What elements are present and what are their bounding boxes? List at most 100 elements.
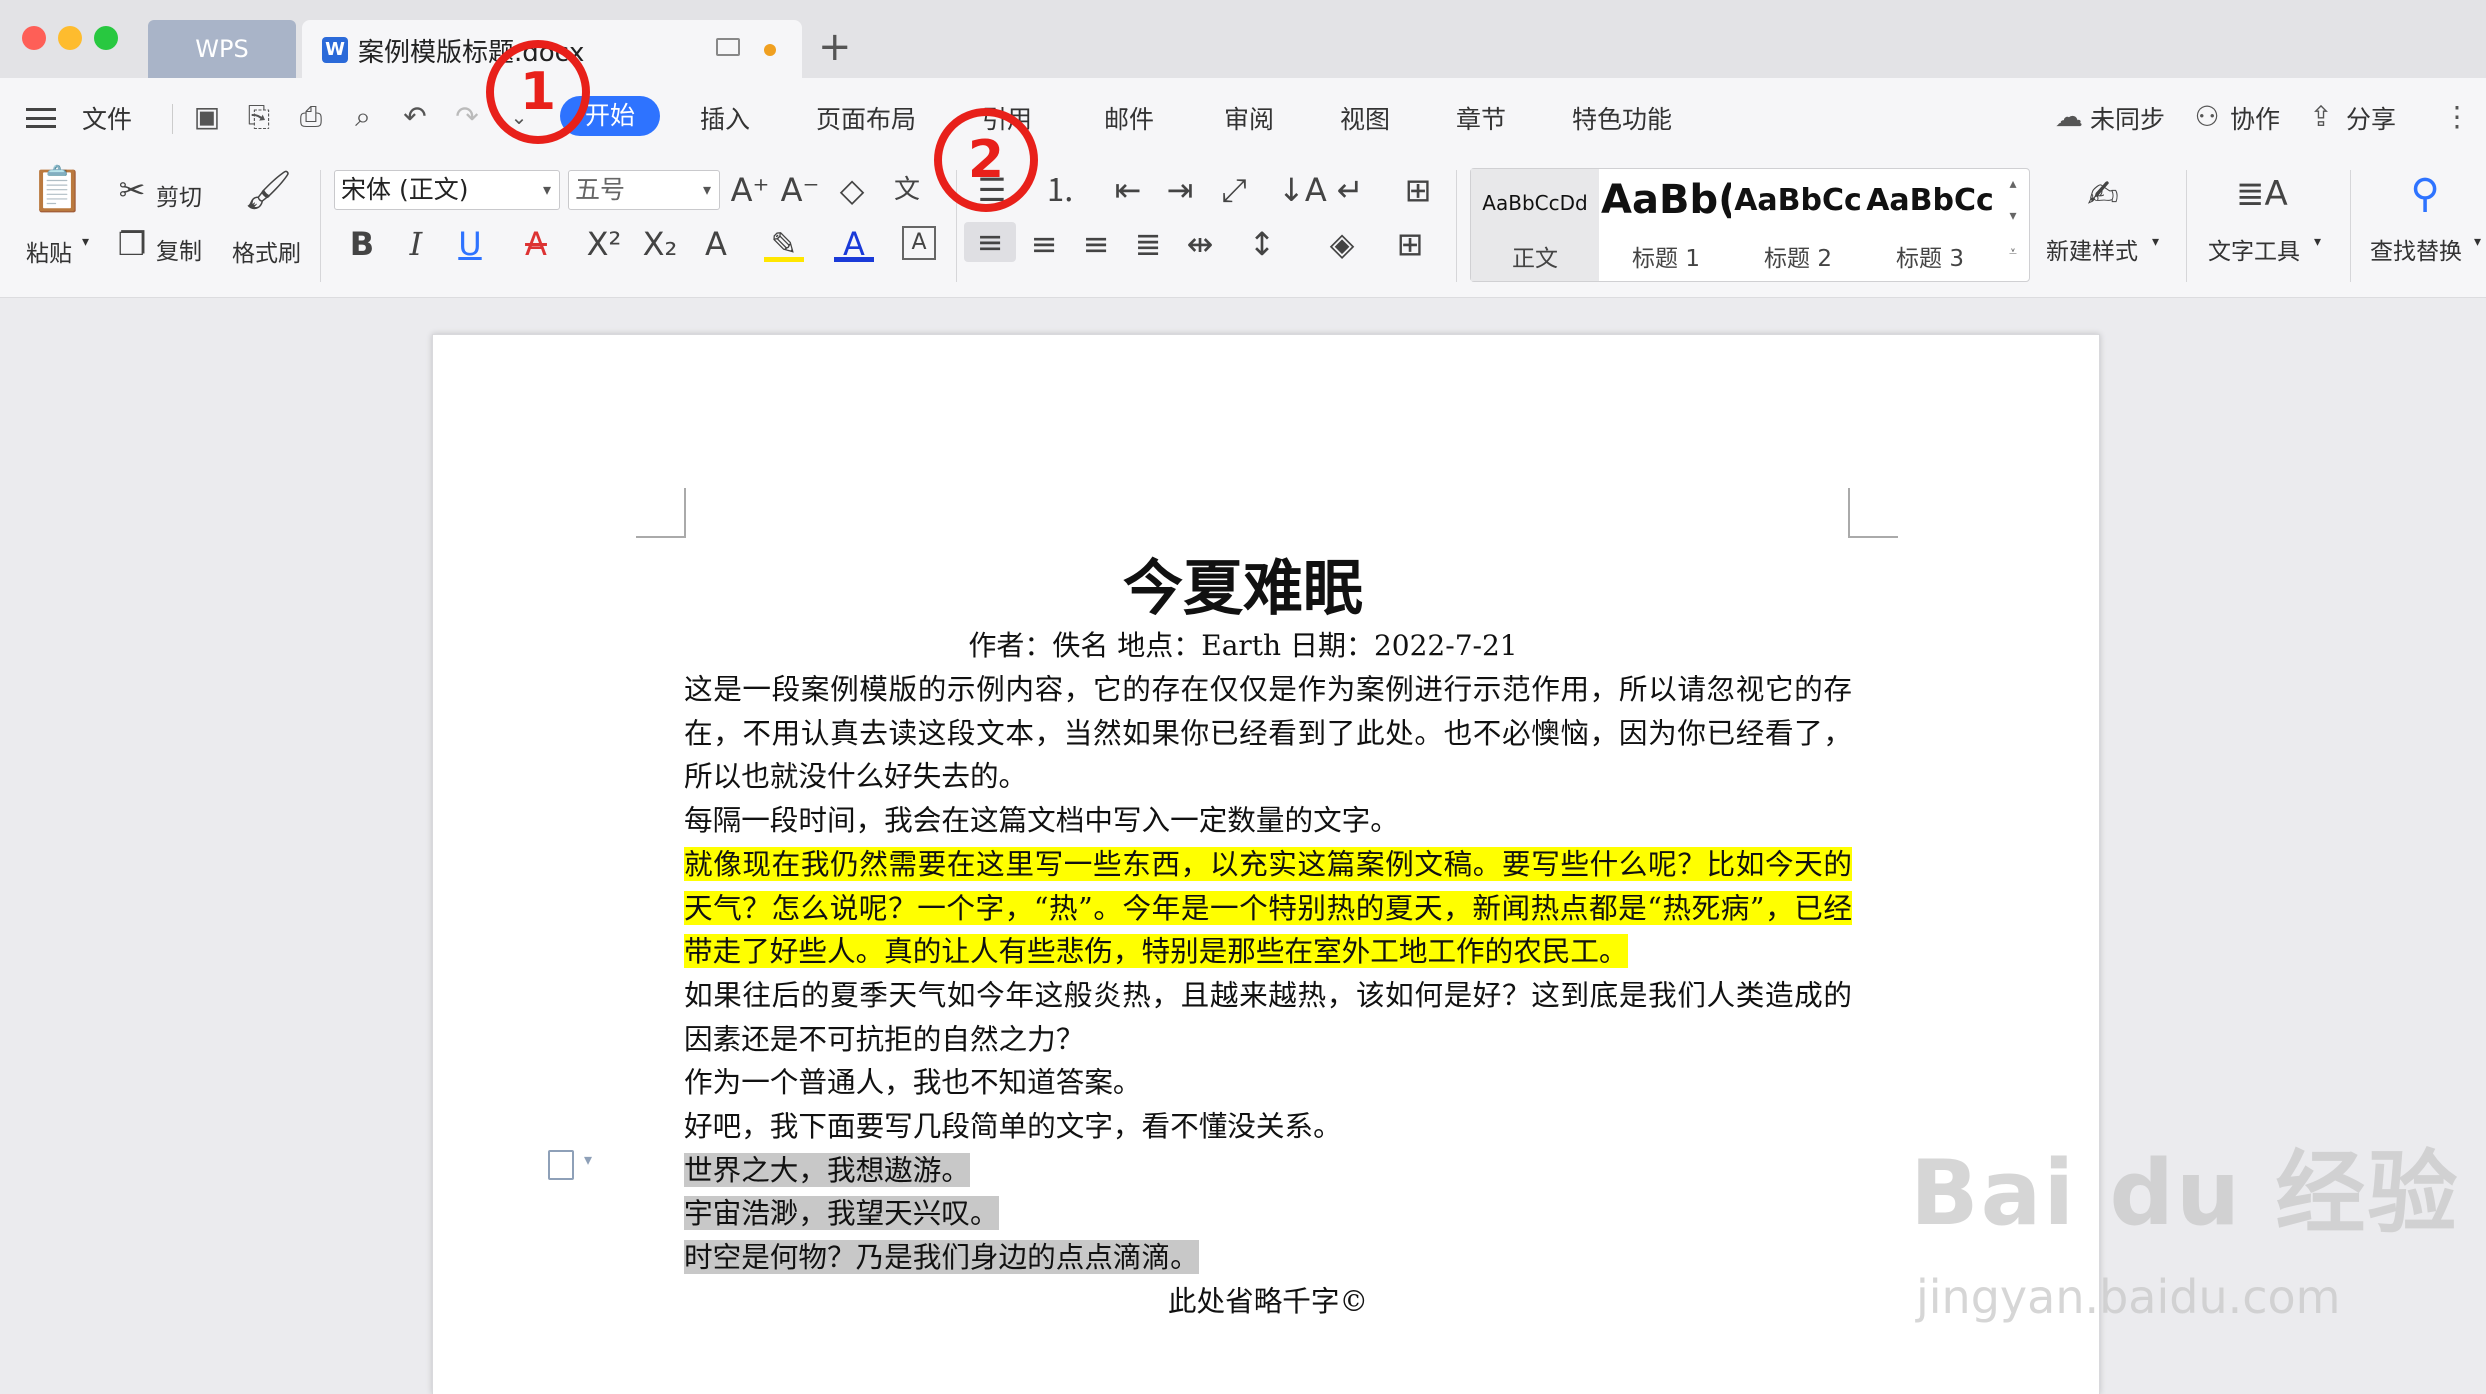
paragraph-shaded[interactable]: 时空是何物？乃是我们身边的点点滴滴。 — [684, 1236, 1852, 1280]
shaded-text[interactable]: 世界之大，我想遨游。 — [684, 1152, 970, 1187]
show-marks-icon[interactable]: ↵ — [1330, 170, 1370, 210]
chevron-down-icon[interactable]: ▾ — [2474, 234, 2481, 250]
format-painter-button[interactable]: 格式刷 — [232, 234, 301, 268]
increase-font-icon[interactable]: A⁺ — [730, 170, 770, 210]
chevron-down-icon[interactable]: ▾ — [2152, 234, 2159, 250]
tab-view[interactable]: 视图 — [1340, 100, 1390, 136]
paragraph-shaded[interactable]: 世界之大，我想遨游。 — [684, 1149, 1852, 1193]
decrease-indent-icon[interactable]: ⇤ — [1108, 170, 1148, 210]
shaded-text[interactable]: 时空是何物？乃是我们身边的点点滴滴。 — [684, 1240, 1199, 1275]
phonetic-guide-icon[interactable]: 文 — [884, 170, 930, 210]
style-normal[interactable]: AaBbCcDd 正文 — [1471, 169, 1599, 281]
ribbon-toolbar: 📋 粘贴 ▾ ✂ 剪切 ❐ 复制 🖌 格式刷 宋体 (正文) ▾ 五号 ▾ A⁺… — [0, 156, 2486, 298]
align-left-icon[interactable]: ≡ — [964, 222, 1016, 262]
borders-icon[interactable]: ⊞ — [1390, 224, 1430, 264]
styles-expand-icon[interactable]: ⩡ — [2000, 244, 2026, 260]
new-style-button[interactable]: 新建样式 — [2046, 232, 2138, 266]
style-label: 标题 3 — [1896, 246, 1964, 272]
tab-review[interactable]: 审阅 — [1224, 100, 1274, 136]
minimize-window-button[interactable] — [58, 26, 82, 50]
print-icon[interactable]: ⎙ — [294, 100, 328, 134]
chevron-down-icon[interactable]: ▾ — [2314, 234, 2321, 250]
find-replace-button[interactable]: 查找替换 — [2370, 232, 2462, 266]
strikethrough-icon[interactable]: A — [516, 224, 556, 264]
style-heading-2[interactable]: AaBbCc 标题 2 — [1733, 169, 1863, 281]
copy-button[interactable]: 复制 — [156, 232, 202, 266]
distributed-align-icon[interactable]: ⇹ — [1180, 224, 1220, 264]
maximize-window-button[interactable] — [94, 26, 118, 50]
chevron-down-icon[interactable]: ▾ — [584, 1150, 592, 1169]
font-name-select[interactable]: 宋体 (正文) ▾ — [334, 170, 560, 210]
bold-icon[interactable]: B — [344, 224, 380, 264]
paragraph[interactable]: 这是一段案例模版的示例内容，它的存在仅仅是作为案例进行示范作用，所以请忽视它的存… — [684, 668, 1852, 799]
align-right-icon[interactable]: ≡ — [1076, 224, 1116, 264]
text-effect-icon[interactable]: A — [696, 224, 736, 264]
paragraph[interactable]: 好吧，我下面要写几段简单的文字，看不懂没关系。 — [684, 1105, 1852, 1149]
print-preview-icon[interactable]: ⌕ — [346, 100, 380, 134]
paragraph[interactable]: 作为一个普通人，我也不知道答案。 — [684, 1061, 1852, 1105]
divider — [2350, 170, 2351, 282]
undo-icon[interactable]: ↶ — [398, 100, 432, 134]
sort-icon[interactable]: ↓A — [1278, 170, 1327, 210]
shaded-text[interactable]: 宇宙浩渺，我望天兴叹。 — [684, 1196, 999, 1231]
character-border-icon[interactable]: A — [902, 226, 936, 260]
tab-mailings[interactable]: 邮件 — [1104, 100, 1154, 136]
align-center-icon[interactable]: ≡ — [1024, 224, 1064, 264]
save-icon[interactable]: ▣ — [190, 100, 224, 134]
document-title[interactable]: 今夏难眠 — [0, 540, 2486, 627]
chinese-layout-icon[interactable]: ⤢ — [1212, 170, 1256, 210]
highlighted-text[interactable]: 就像现在我仍然需要在这里写一些东西，以充实这篇案例文稿。要写些什么呢？比如今天的… — [684, 846, 1852, 969]
monitor-icon[interactable] — [716, 38, 740, 56]
styles-scroll-up-icon[interactable]: ▴ — [2000, 176, 2026, 192]
paste-icon[interactable]: 📋 — [30, 168, 85, 212]
hamburger-menu-icon[interactable] — [26, 108, 56, 128]
file-menu[interactable]: 文件 — [82, 100, 132, 136]
paragraph[interactable]: 如果往后的夏季天气如今年这般炎热，且越来越热，该如何是好？这到底是我们人类造成的… — [684, 974, 1852, 1061]
tab-insert[interactable]: 插入 — [700, 100, 750, 136]
tab-chapter[interactable]: 章节 — [1456, 100, 1506, 136]
export-pdf-icon[interactable]: ⎘ — [242, 100, 276, 134]
style-heading-3[interactable]: AaBbCc 标题 3 — [1865, 169, 1995, 281]
tab-wps-home[interactable]: WPS — [148, 20, 296, 78]
decrease-font-icon[interactable]: A⁻ — [780, 170, 820, 210]
clear-format-icon[interactable]: ◇ — [832, 170, 872, 210]
superscript-icon[interactable]: X² — [584, 224, 624, 264]
paragraph-handle-icon[interactable] — [548, 1150, 574, 1180]
tab-special-features[interactable]: 特色功能 — [1572, 100, 1672, 136]
paragraph-shaded[interactable]: 宇宙浩渺，我望天兴叹。 — [684, 1192, 1852, 1236]
font-color-icon[interactable]: A — [834, 224, 874, 263]
numbered-list-icon[interactable]: ⒈ — [1040, 170, 1080, 210]
close-window-button[interactable] — [22, 26, 46, 50]
sync-status[interactable]: 未同步 — [2090, 100, 2165, 136]
increase-indent-icon[interactable]: ⇥ — [1160, 170, 1200, 210]
font-size-select[interactable]: 五号 ▾ — [568, 170, 720, 210]
tab-page-layout[interactable]: 页面布局 — [816, 100, 916, 136]
new-tab-button[interactable]: + — [818, 22, 852, 72]
text-tools-button[interactable]: 文字工具 — [2208, 232, 2300, 266]
subscript-icon[interactable]: X₂ — [640, 224, 680, 264]
paragraph[interactable]: 每隔一段时间，我会在这篇文档中写入一定数量的文字。 — [684, 799, 1852, 843]
paragraph-footer[interactable]: 此处省略千字© — [684, 1280, 1852, 1324]
collaborate-button[interactable]: 协作 — [2230, 100, 2280, 136]
justify-icon[interactable]: ≣ — [1128, 224, 1168, 264]
cut-button[interactable]: 剪切 — [156, 178, 202, 212]
share-button[interactable]: 分享 — [2346, 100, 2396, 136]
paste-button[interactable]: 粘贴 — [26, 234, 72, 268]
style-heading-1[interactable]: AaBb( 标题 1 — [1601, 169, 1731, 281]
redo-icon[interactable]: ↷ — [450, 100, 484, 134]
document-body[interactable]: 这是一段案例模版的示例内容，它的存在仅仅是作为案例进行示范作用，所以请忽视它的存… — [684, 668, 1852, 1324]
highlight-icon[interactable]: ✎ — [764, 224, 804, 263]
divider — [2186, 170, 2187, 282]
line-spacing-icon[interactable]: ↕ — [1240, 224, 1284, 264]
paste-dropdown-icon[interactable]: ▾ — [82, 234, 89, 250]
document-meta[interactable]: 作者：佚名 地点：Earth 日期：2022-7-21 — [0, 624, 2486, 664]
styles-scroll-down-icon[interactable]: ▾ — [2000, 208, 2026, 224]
paragraph-highlighted[interactable]: 就像现在我仍然需要在这里写一些东西，以充实这篇案例文稿。要写些什么呢？比如今天的… — [684, 843, 1852, 974]
cloud-sync-icon: ☁ — [2055, 100, 2083, 133]
table-grid-icon[interactable]: ⊞ — [1398, 170, 1438, 210]
italic-icon[interactable]: I — [398, 224, 434, 264]
menu-bar: 文件 ▣ ⎘ ⎙ ⌕ ↶ ↷ ⌄ 开始 插入 页面布局 引用 邮件 审阅 视图 … — [0, 78, 2486, 156]
shading-icon[interactable]: ◈ — [1320, 224, 1364, 264]
more-options-icon[interactable]: ⋮ — [2440, 100, 2474, 134]
underline-icon[interactable]: U — [450, 224, 490, 264]
